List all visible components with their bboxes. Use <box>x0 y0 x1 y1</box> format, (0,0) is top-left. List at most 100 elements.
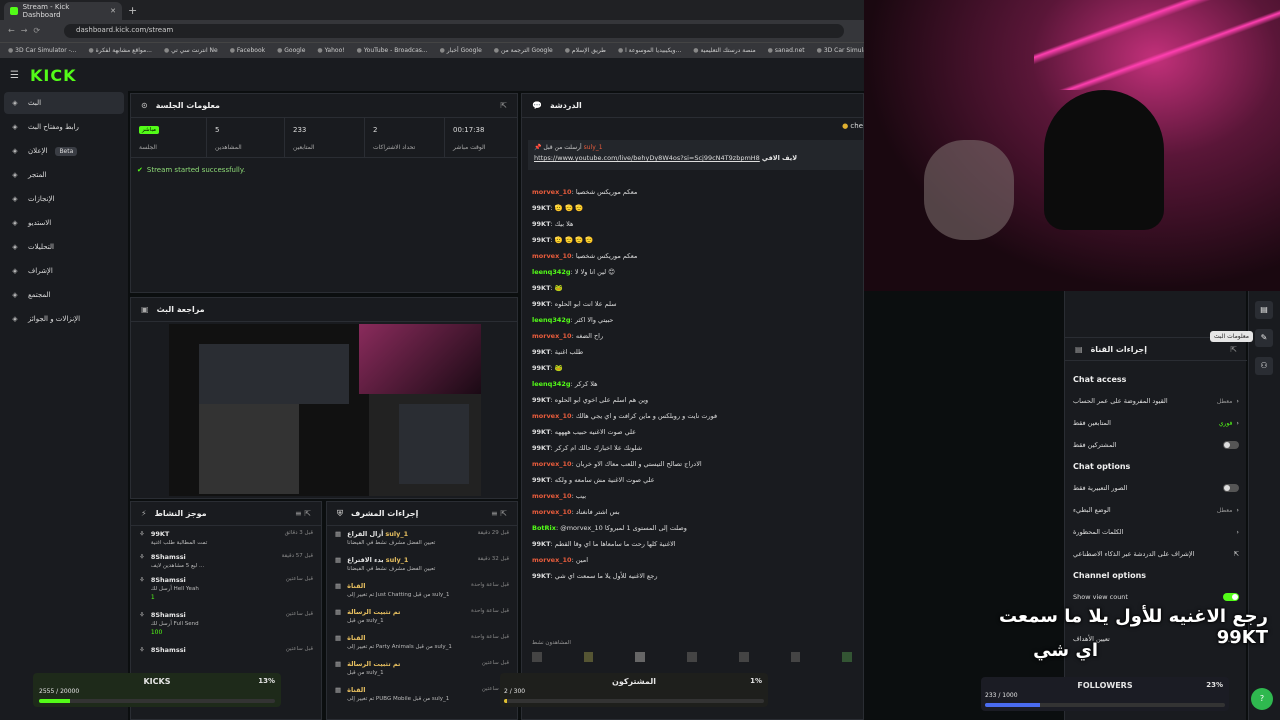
setting-toggle[interactable] <box>1223 441 1239 449</box>
url-input[interactable]: dashboard.kick.com/stream <box>64 24 844 38</box>
bookmark-item[interactable]: منصة درستك التعليمية <box>693 47 755 54</box>
chat-username[interactable]: BotRix <box>532 524 556 532</box>
chat-username[interactable]: morvex_10 <box>532 188 572 196</box>
mod-action-item[interactable]: ▦ أزال القراع suly_1 تعيين الفضل مشرف نشط … <box>327 526 517 552</box>
avatar[interactable] <box>687 652 697 662</box>
bookmark-item[interactable]: 3D Car Simulator <box>817 47 864 54</box>
chat-message[interactable]: 99KT: شلونك علا اخبارك حالك ام كركر <box>522 440 863 456</box>
chat-username[interactable]: 99KT <box>532 284 551 292</box>
chat-message[interactable]: 99KT: هلا بيك <box>522 216 863 232</box>
chat-message[interactable]: 99KT: علي صوت الاغنية مش سامعه و ولكه <box>522 472 863 488</box>
mod-action-item[interactable]: ▦ القناة تم تغيير إلى PUBG Mobile من قبل … <box>327 682 517 708</box>
avatar[interactable] <box>532 652 542 662</box>
bookmark-item[interactable]: 3D Car Simulator -... <box>8 47 76 54</box>
setting-row[interactable]: Show view count <box>1065 586 1247 608</box>
popout-icon[interactable]: ⇱ <box>1230 345 1237 354</box>
chat-username[interactable]: morvex_10 <box>532 252 572 260</box>
chat-message[interactable]: 99KT: رجع الاغنيه للأول يلا ما سمعت اي ش… <box>522 568 863 584</box>
bookmark-item[interactable]: طريق الإسلام <box>565 47 606 54</box>
setting-row[interactable]: المشتركين فقط <box>1065 434 1247 456</box>
avatar[interactable] <box>790 652 801 662</box>
setting-toggle[interactable] <box>1223 593 1239 601</box>
chat-username[interactable]: 99KT <box>532 220 551 228</box>
chat-message[interactable]: morvex_10: فورت نايت و روبلكس و ماين كرا… <box>522 408 863 424</box>
chat-message[interactable]: 99KT: وين هم اسلم على اخوي ابو الحلوه <box>522 392 863 408</box>
chat-username[interactable]: 99KT <box>532 476 551 484</box>
setting-row[interactable]: الكلمات المحظورة › <box>1065 521 1247 543</box>
chat-username[interactable]: 99KT <box>532 348 551 356</box>
chat-username[interactable]: 99KT <box>532 540 551 548</box>
bookmark-item[interactable]: Facebook <box>230 47 265 54</box>
avatar[interactable] <box>738 652 749 662</box>
avatar[interactable] <box>842 652 853 662</box>
chat-username[interactable]: 99KT <box>532 364 551 372</box>
sidebar-item[interactable]: ◈ الإشراف <box>4 260 124 282</box>
chat-message[interactable]: 99KT: 🐸 <box>522 360 863 376</box>
stream-preview-video[interactable] <box>169 324 481 496</box>
chat-message[interactable]: morvex_10: بيب <box>522 488 863 504</box>
bookmark-item[interactable]: Google <box>277 47 305 54</box>
chat-message[interactable]: leenq342g: هلا كركر <box>522 376 863 392</box>
bookmark-item[interactable]: انترنت سي تي Ne <box>164 47 218 54</box>
popout-icon[interactable]: ⇱ <box>500 101 507 110</box>
chat-username[interactable]: 99KT <box>532 572 551 580</box>
layout-icon[interactable]: ▤ <box>1255 301 1273 319</box>
chat-username[interactable]: 99KT <box>532 444 551 452</box>
setting-row[interactable]: الوضع البطيء معطل › <box>1065 499 1247 521</box>
chat-message[interactable]: 99KT: طلب اغنية <box>522 344 863 360</box>
activity-item[interactable]: ⚘ 8Shamssi أرسل لك Full Send 100 قبل ساعتين <box>131 607 321 642</box>
chat-message[interactable]: 99KT: علي صوت الاغنيه حبيب ههههه <box>522 424 863 440</box>
kick-logo[interactable]: KICK <box>30 66 77 85</box>
avatar[interactable] <box>583 652 594 662</box>
chat-username[interactable]: morvex_10 <box>532 492 572 500</box>
bookmark-item[interactable]: ويكيبيديا الموسوعة ا... <box>618 47 681 54</box>
new-tab-icon[interactable]: + <box>128 4 137 17</box>
mod-action-item[interactable]: ▦ القناة تم تغيير إلى Party Animals من قب… <box>327 630 517 656</box>
activity-item[interactable]: ⚘ 8Shamssi ليع 5 مشاهدين لايف ... قبل 57 دق… <box>131 549 321 572</box>
chat-message[interactable]: leenq342g: حبيتي والا اكثر <box>522 312 863 328</box>
bookmark-item[interactable]: YouTube - Broadcas... <box>357 47 428 54</box>
users-icon[interactable]: ⚇ <box>1255 357 1273 375</box>
activity-item[interactable]: ⚘ 8Shamssi قبل ساعتين <box>131 642 321 665</box>
chat-username[interactable]: morvex_10 <box>532 556 572 564</box>
bookmark-item[interactable]: Yahoo! <box>317 47 345 54</box>
chat-message[interactable]: morvex_10: راح الضغه <box>522 328 863 344</box>
chat-message[interactable]: 99KT: 🐸 <box>522 280 863 296</box>
mod-action-item[interactable]: ▦ بدء الاقتراع suly_1 تعيين الفضل مشرف نشط… <box>327 552 517 578</box>
chat-username[interactable]: leenq342g <box>532 268 571 276</box>
help-icon[interactable]: ? <box>1251 688 1273 710</box>
chat-username[interactable]: leenq342g <box>532 316 571 324</box>
cheer-chip[interactable]: ● che <box>842 122 863 130</box>
chat-message[interactable]: morvex_10: معكم موريكس شخصيا <box>522 184 863 200</box>
pinned-link[interactable]: https://www.youtube.com/live/behyDy8W4os… <box>534 154 760 162</box>
setting-row[interactable]: الإشراف على الدردشة عبر الذكاء الاصطناعي… <box>1065 543 1247 565</box>
mod-action-item[interactable]: ▦ تم تثبيت الرسالة من قبل suly_1 قبل ساعة … <box>327 604 517 630</box>
nav-buttons[interactable]: ←→⟳ <box>8 26 46 35</box>
chat-message[interactable]: morvex_10: الادراج تصالح التيستي و اللعب… <box>522 456 863 472</box>
chat-username[interactable]: leenq342g <box>532 380 571 388</box>
mod-action-item[interactable]: ▦ تم تثبيت الرسالة من قبل suly_1 قبل ساعتي… <box>327 656 517 682</box>
wrench-icon[interactable]: ✎ <box>1255 329 1273 347</box>
sidebar-item[interactable]: ◈ المجتمع <box>4 284 124 306</box>
sidebar-item[interactable]: ◈ الإنجازات <box>4 188 124 210</box>
setting-row[interactable]: القيود المفروضة على عمر الحساب معطل › <box>1065 390 1247 412</box>
chat-username[interactable]: morvex_10 <box>532 332 572 340</box>
setting-row[interactable]: المتابعين فقط فوري › <box>1065 412 1247 434</box>
chat-username[interactable]: 99KT <box>532 396 551 404</box>
activity-item[interactable]: ⚘ 8Shamssi أرسل لك Hell Yeah 1 قبل ساعتين <box>131 572 321 607</box>
chat-username[interactable]: morvex_10 <box>532 412 572 420</box>
bookmark-item[interactable]: الترجمة من Google <box>494 47 553 54</box>
filter-icon[interactable]: ≡ ⇱ <box>295 509 311 518</box>
sidebar-item[interactable]: ◈ الإنزالات و الجوائز <box>4 308 124 330</box>
chat-message[interactable]: BotRix: @morvex_10 وصلت إلى المستوى 1 لم… <box>522 520 863 536</box>
sidebar-item[interactable]: ◈ الاستديو <box>4 212 124 234</box>
chat-message[interactable]: morvex_10: معكم موريكس شخصيا <box>522 248 863 264</box>
bookmark-item[interactable]: sanad.net <box>768 47 805 54</box>
activity-item[interactable]: ⚘ 99KT تمت المطالبة طلب اغنية قبل 3 دقائق <box>131 526 321 549</box>
sidebar-item[interactable]: ◈ الإعلان Beta <box>4 140 124 162</box>
chat-message[interactable]: 99KT: سلم علا انت ابو الحلوه <box>522 296 863 312</box>
chat-message[interactable]: 99KT: 🫡 🫡 🫡 🫡 <box>522 232 863 248</box>
mod-action-item[interactable]: ▦ القناة تم تغيير إلى Just Chatting من قب… <box>327 578 517 604</box>
setting-row[interactable]: الصور التعبيرية فقط <box>1065 477 1247 499</box>
sidebar-item[interactable]: ◈ رابط ومفتاح البث <box>4 116 124 138</box>
